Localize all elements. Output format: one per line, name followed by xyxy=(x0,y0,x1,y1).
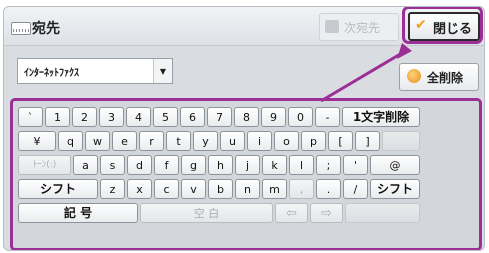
highlight-overlay xyxy=(320,7,483,103)
address-screen: 宛先 次宛先 ✔ 閉じる ｲﾝﾀｰﾈｯﾄﾌｧｸｽ ▼ 全削除 ` 1 2 3 4… xyxy=(3,6,485,251)
highlight-arrowhead xyxy=(397,43,412,59)
highlight-connector-line xyxy=(320,51,403,103)
close-button-highlight xyxy=(402,7,483,44)
